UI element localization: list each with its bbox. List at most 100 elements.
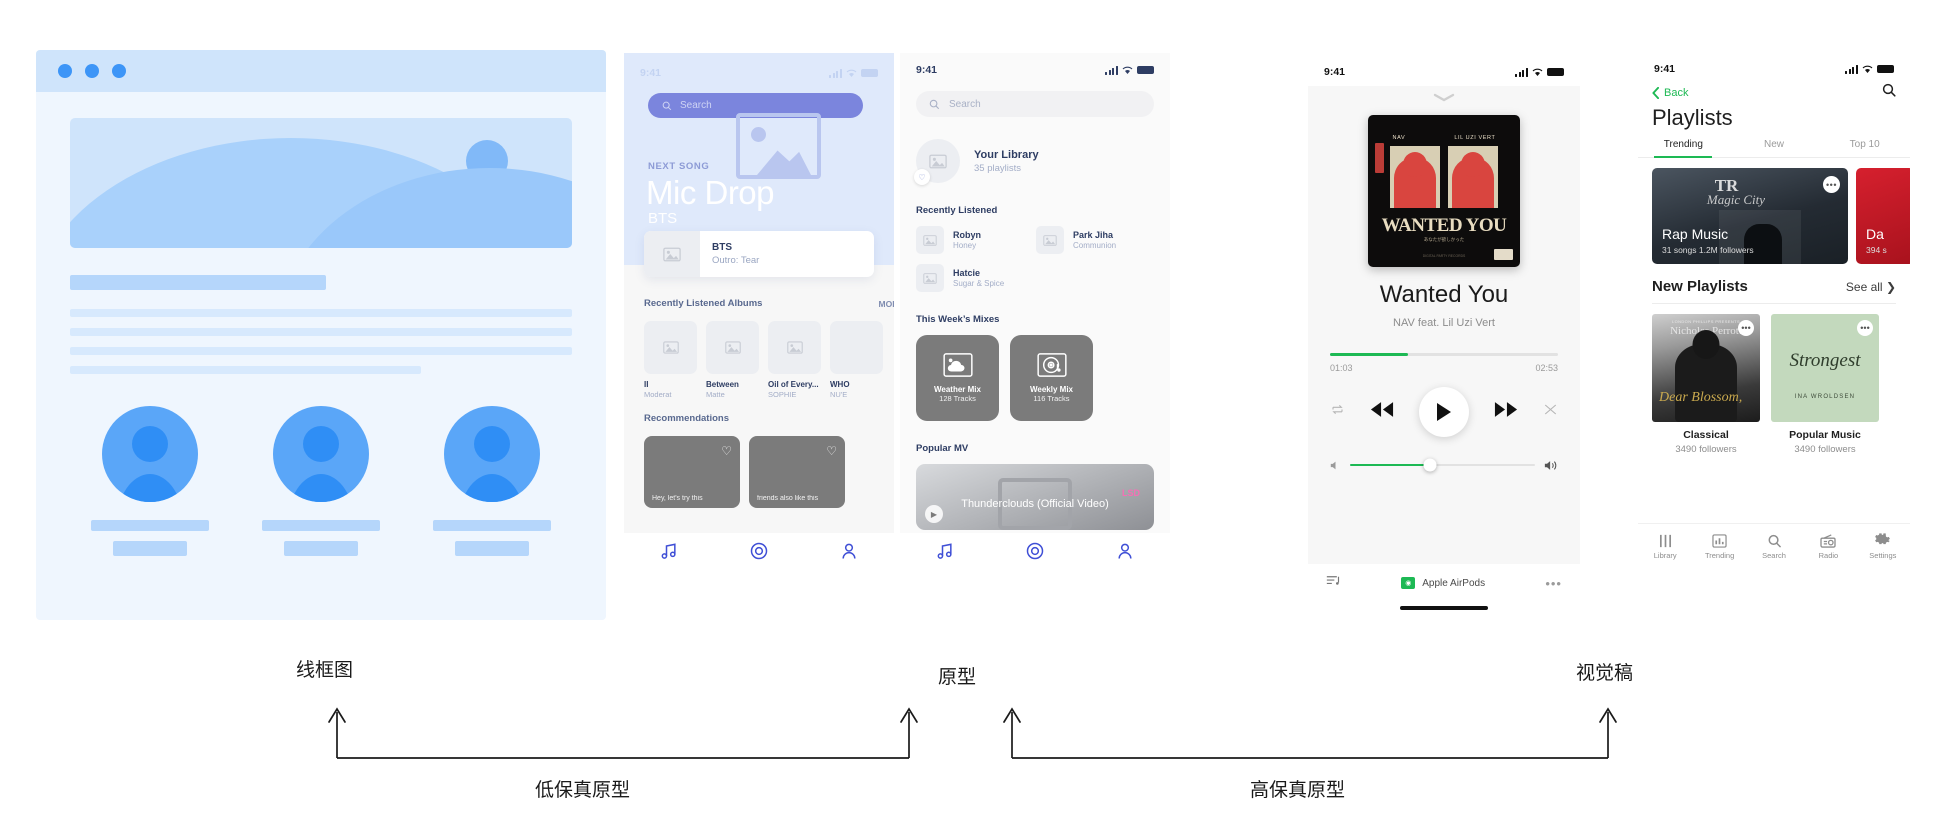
nav-discover-icon[interactable]: [749, 541, 769, 561]
wifi-icon: [1122, 66, 1133, 74]
see-all-link[interactable]: See all ❯: [1846, 280, 1896, 294]
featured-playlist-card[interactable]: TR Magic City ••• Rap Music 31 songs 1.2…: [1652, 168, 1848, 264]
playlist-followers: 3490 followers: [1675, 444, 1737, 455]
status-bar: 9:41: [1308, 58, 1580, 86]
track-artist: NAV feat. Lil Uzi Vert: [1393, 317, 1495, 329]
list-item[interactable]: Hatcie Sugar & Spice: [916, 264, 1028, 292]
output-device[interactable]: ◉ Apple AirPods: [1401, 577, 1485, 589]
album-art-placeholder: [706, 321, 759, 374]
more-icon[interactable]: •••: [1823, 176, 1840, 193]
lofi-home-screen: 9:41 Search NEXT SONG Mic Drop BTS BTS O…: [624, 53, 894, 569]
album-item[interactable]: Oil of Every... SOPHIE: [768, 321, 821, 399]
tab-trending[interactable]: Trending: [1638, 139, 1729, 158]
more-icon[interactable]: •••: [1738, 320, 1754, 336]
bottom-navigation: [900, 533, 1170, 569]
playlist-card[interactable]: LONDON PHILLIPS PRESENTS Nicholas Perrot…: [1652, 314, 1760, 455]
album-item[interactable]: Between Matte: [706, 321, 759, 399]
progress-fill: [1330, 353, 1408, 356]
featured-playlist-carousel[interactable]: TR Magic City ••• Rap Music 31 songs 1.2…: [1638, 158, 1910, 264]
mixes-heading: This Week’s Mixes: [916, 314, 1000, 325]
battery-icon: [1137, 66, 1154, 74]
album-row: II Moderat Between Matte Oil of Every...…: [644, 321, 894, 399]
heart-icon[interactable]: ♡: [721, 444, 732, 458]
search-icon: [1882, 83, 1896, 97]
radio-icon: [1820, 533, 1837, 548]
avatar: [273, 406, 369, 502]
repeat-icon[interactable]: [1330, 402, 1345, 422]
volume-knob[interactable]: [1423, 458, 1437, 472]
recently-listened-grid: Robyn Honey Park Jiha Communion Hatcie S…: [916, 226, 1154, 292]
section-header: Recently Listened Albums MORE: [644, 298, 894, 309]
more-icon[interactable]: •••: [1545, 576, 1562, 591]
play-badge-icon[interactable]: ▶: [925, 505, 943, 523]
playlist-artwork: Strongest INA WROLDSEN •••: [1771, 314, 1879, 422]
mix-card[interactable]: Weekly Mix 116 Tracks: [1010, 335, 1093, 421]
progress-slider[interactable]: [1330, 353, 1558, 356]
nav-discover-icon[interactable]: [1025, 541, 1045, 561]
volume-control[interactable]: [1330, 458, 1558, 472]
recommendations-section: Recommendations ♡ Hey, let's try this ♡ …: [644, 413, 894, 508]
nav-music-note-icon[interactable]: [935, 541, 955, 561]
window-dot-yellow-icon[interactable]: [85, 64, 99, 78]
recommendation-card[interactable]: ♡ Hey, let's try this: [644, 436, 740, 508]
nav-profile-icon[interactable]: [1115, 541, 1135, 561]
chevron-down-icon[interactable]: [1308, 90, 1580, 105]
tab-top-10[interactable]: Top 10: [1819, 139, 1910, 157]
heart-badge-icon[interactable]: ♡: [914, 169, 930, 185]
artwork-japanese-text: あなたが欲しかった: [1423, 237, 1465, 242]
airplay-icon: ◉: [1401, 577, 1416, 589]
search-input[interactable]: Search: [916, 91, 1154, 117]
volume-slider[interactable]: [1350, 458, 1535, 472]
queue-icon[interactable]: [1326, 574, 1341, 592]
browser-title-bar: [36, 50, 606, 92]
recommendation-card[interactable]: ♡ friends also like this: [749, 436, 845, 508]
image-icon: [923, 272, 937, 284]
avatar-button-placeholder[interactable]: [113, 541, 187, 556]
tabbar-item-trending[interactable]: Trending: [1692, 533, 1746, 560]
settings-icon: [1875, 533, 1891, 545]
duration-time: 02:53: [1535, 362, 1558, 373]
avatar-card: [70, 406, 230, 556]
mix-card[interactable]: Weather Mix 128 Tracks: [916, 335, 999, 421]
avatar-button-placeholder[interactable]: [284, 541, 358, 556]
wireframe-mockup: [36, 50, 606, 620]
next-icon[interactable]: [1494, 401, 1518, 423]
tabbar-item-search[interactable]: Search: [1747, 534, 1801, 560]
search-button[interactable]: [1882, 83, 1896, 102]
back-button[interactable]: Back: [1652, 86, 1688, 99]
design-fidelity-diagram: 9:41 Search NEXT SONG Mic Drop BTS BTS O…: [0, 0, 1960, 820]
featured-playlist-card[interactable]: Da 394 s: [1856, 168, 1910, 264]
tabbar-item-settings[interactable]: Settings: [1856, 533, 1910, 560]
heart-icon[interactable]: ♡: [826, 444, 837, 458]
search-placeholder: Search: [949, 98, 981, 110]
playlist-card[interactable]: Strongest INA WROLDSEN ••• Popular Music…: [1771, 314, 1879, 455]
avatar: [102, 406, 198, 502]
library-title: Your Library: [974, 148, 1039, 161]
playback-controls: [1330, 386, 1558, 437]
popular-mv-card[interactable]: LSD Thunderclouds (Official Video) ▶: [916, 464, 1154, 530]
playlist-followers: 3490 followers: [1794, 444, 1856, 455]
play-button[interactable]: [1419, 386, 1469, 437]
window-dot-green-icon[interactable]: [112, 64, 126, 78]
art-placeholder: [1036, 226, 1064, 254]
search-icon: [1768, 534, 1781, 547]
album-title: Between: [706, 380, 739, 389]
tabbar-item-radio[interactable]: Radio: [1801, 533, 1855, 560]
list-item[interactable]: Park Jiha Communion: [1036, 226, 1148, 254]
tab-new[interactable]: New: [1729, 139, 1820, 157]
list-item[interactable]: Robyn Honey: [916, 226, 1028, 254]
your-library-row[interactable]: ♡ Your Library 35 playlists: [914, 139, 1154, 185]
album-item[interactable]: II Moderat: [644, 321, 697, 399]
avatar-name-placeholder: [433, 520, 551, 531]
shuffle-icon[interactable]: [1543, 402, 1558, 422]
window-dot-red-icon[interactable]: [58, 64, 72, 78]
nav-profile-icon[interactable]: [839, 541, 859, 561]
now-playing-card[interactable]: BTS Outro: Tear: [644, 231, 874, 277]
more-icon[interactable]: •••: [1857, 320, 1873, 336]
more-link[interactable]: MORE: [879, 299, 895, 309]
previous-icon[interactable]: [1370, 401, 1394, 423]
album-item[interactable]: WHO NU'E: [830, 321, 883, 399]
avatar-button-placeholder[interactable]: [455, 541, 529, 556]
nav-music-note-icon[interactable]: [659, 541, 679, 561]
tabbar-item-library[interactable]: Library: [1638, 534, 1692, 560]
